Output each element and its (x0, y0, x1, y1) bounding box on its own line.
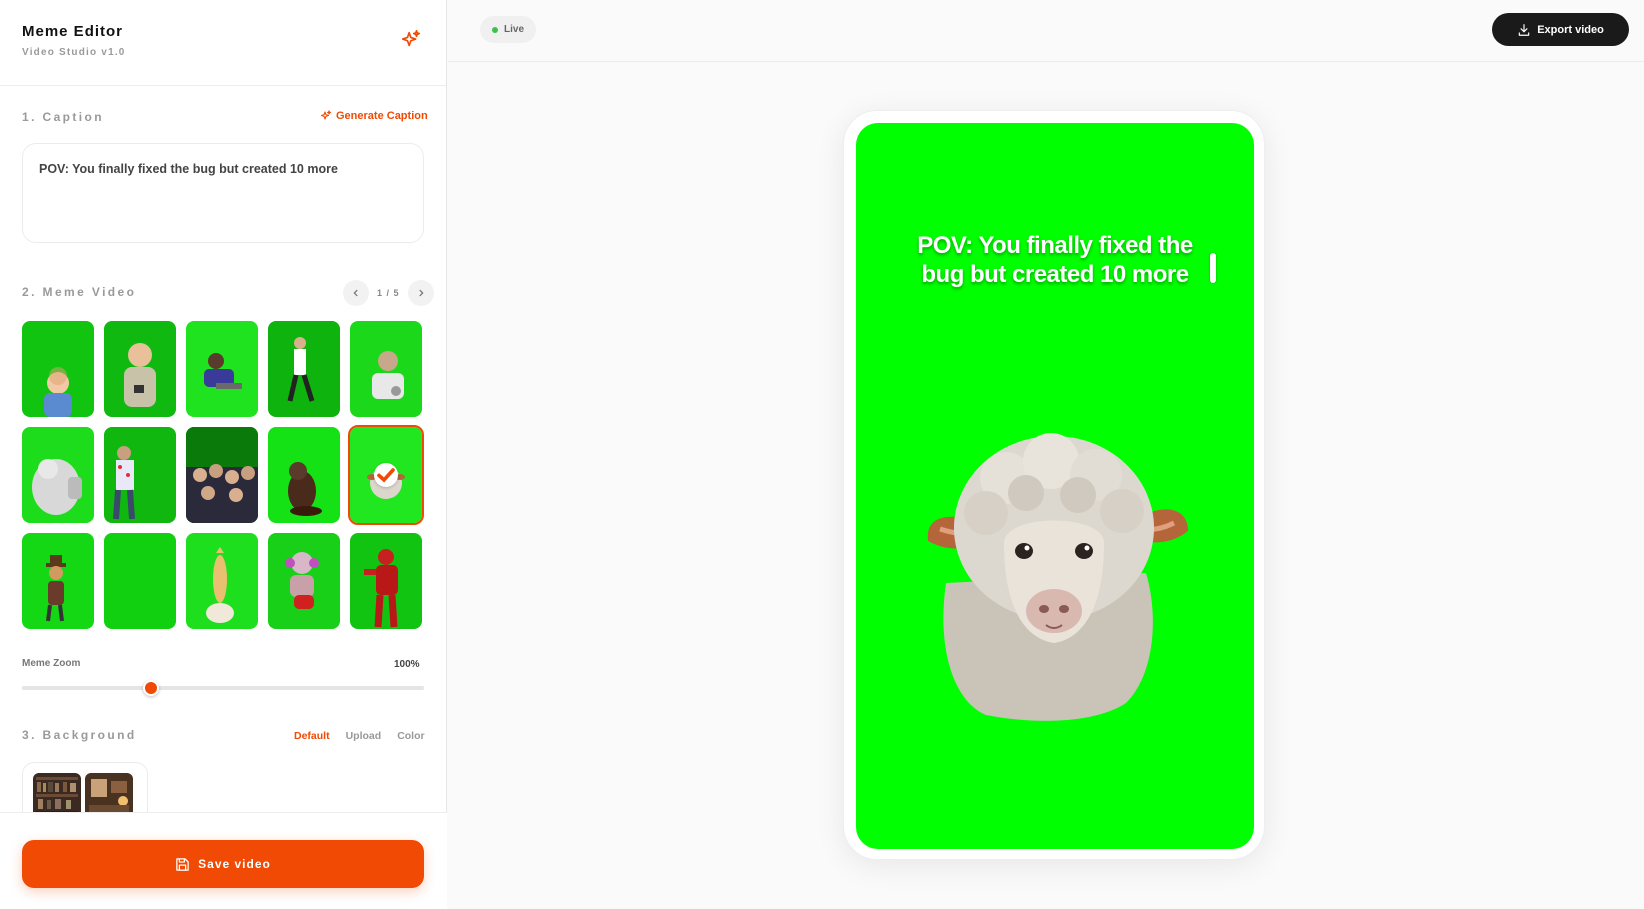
meme-thumbnail-monkey-headphones[interactable] (268, 533, 340, 629)
app-title: Meme Editor (22, 23, 124, 40)
next-page-button[interactable] (407, 280, 434, 306)
background-tabs: Default Upload Color (294, 730, 425, 742)
meme-thumbnail-cat-standing[interactable] (186, 533, 258, 629)
meme-figure-image (364, 549, 398, 628)
sheep-meme-image[interactable] (926, 433, 1188, 723)
prev-page-button[interactable] (343, 280, 369, 306)
video-section-title: 2. Meme Video (22, 285, 137, 299)
preview-caption[interactable]: POV: You finally fixed the bug but creat… (896, 231, 1214, 289)
meme-thumbnail-cat-thumbsup[interactable] (22, 427, 94, 523)
save-video-button[interactable]: Save video (22, 840, 424, 888)
meme-figure-image (44, 367, 72, 417)
meme-thumbnail-man-dancing[interactable] (268, 321, 340, 417)
zoom-slider-track[interactable] (22, 686, 424, 690)
sparkle-icon[interactable] (400, 29, 424, 53)
meme-thumbnail-old-man[interactable] (350, 321, 422, 417)
zoom-label: Meme Zoom (22, 658, 81, 669)
meme-thumbnail-beaver[interactable] (268, 427, 340, 523)
meme-figure-image (206, 547, 234, 623)
generate-caption-button[interactable]: Generate Caption (320, 110, 428, 122)
phone-preview: POV: You finally fixed the bug but creat… (843, 110, 1265, 860)
background-section-title: 3. Background (22, 728, 137, 742)
zoom-value: 100% (394, 659, 420, 670)
download-icon (1518, 23, 1530, 36)
meme-figure-image (46, 555, 66, 622)
app-subtitle: Video Studio v1.0 (22, 47, 126, 58)
meme-thumbnail-cat-cowboy[interactable] (22, 533, 94, 629)
meme-figure-image (104, 533, 176, 629)
chevron-right-icon (418, 289, 424, 297)
meme-thumbnail-crowd[interactable] (186, 427, 258, 523)
generate-caption-label: Generate Caption (336, 110, 428, 122)
save-icon (176, 857, 189, 871)
meme-figure-image (285, 552, 319, 609)
meme-figure-image (186, 427, 258, 523)
meme-thumbnail-sheep[interactable] (348, 425, 424, 525)
check-icon (374, 463, 398, 487)
meme-video-grid (22, 321, 426, 629)
caption-input[interactable]: POV: You finally fixed the bug but creat… (22, 143, 424, 243)
meme-thumbnail-man-sitting[interactable] (186, 321, 258, 417)
meme-thumbnail-empty[interactable] (104, 533, 176, 629)
sparkle-icon (320, 110, 332, 120)
meme-figure-image (288, 462, 322, 516)
pager-text: 1 / 5 (377, 288, 400, 298)
meme-figure-image (124, 343, 156, 407)
meme-figure-image (204, 353, 242, 389)
chevron-left-icon (353, 289, 358, 297)
live-label: Live (504, 24, 525, 35)
meme-figure-image (32, 459, 82, 515)
preview-screen[interactable]: POV: You finally fixed the bug but creat… (856, 123, 1254, 849)
meme-figure-image (113, 446, 135, 520)
video-pager: 1 / 5 (343, 280, 434, 306)
meme-thumbnail-spiderman[interactable] (350, 533, 422, 629)
zoom-slider-thumb[interactable] (142, 680, 159, 696)
meme-thumbnail-boy-phone[interactable] (104, 321, 176, 417)
tab-upload[interactable]: Upload (346, 730, 382, 742)
sidebar-header: Meme Editor Video Studio v1.0 (0, 0, 446, 86)
caption-section-title: 1. Caption (22, 110, 105, 124)
live-badge: Live (480, 16, 537, 43)
meme-thumbnail-kid-shocked[interactable] (22, 321, 94, 417)
meme-figure-image (287, 337, 315, 402)
sidebar: Meme Editor Video Studio v1.0 1. Caption… (0, 0, 447, 909)
tab-default[interactable]: Default (294, 730, 330, 742)
tab-color[interactable]: Color (397, 730, 424, 742)
save-video-label: Save video (198, 857, 271, 871)
meme-thumbnail-man-pointing[interactable] (104, 427, 176, 523)
live-status-dot (492, 26, 498, 33)
sidebar-footer: Save video (0, 812, 447, 909)
export-video-label: Export video (1537, 23, 1604, 36)
top-bar: Live Export video (448, 0, 1644, 62)
meme-figure-image (372, 351, 404, 399)
caption-resize-handle[interactable] (1210, 253, 1216, 283)
export-video-button[interactable]: Export video (1492, 13, 1629, 46)
